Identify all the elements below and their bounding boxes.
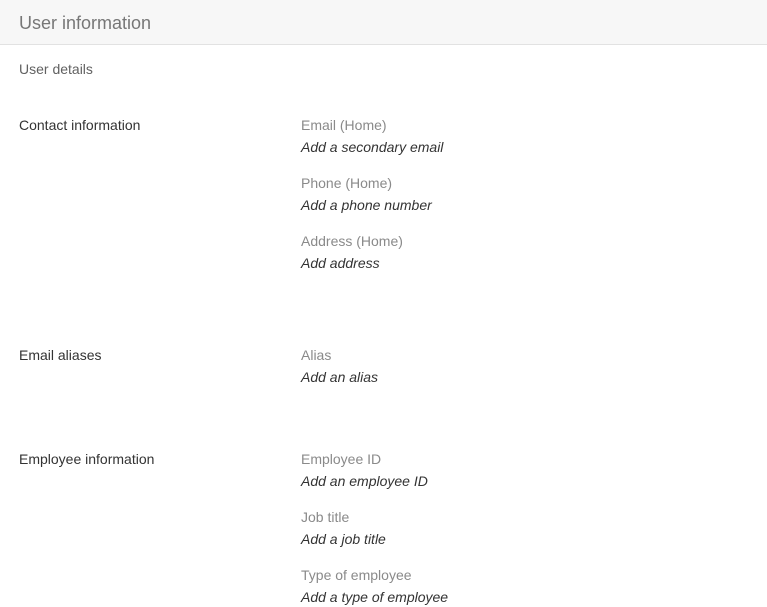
address-home-label: Address (Home) (301, 233, 403, 249)
add-employee-id-link[interactable]: Add an employee ID (301, 473, 428, 490)
phone-home-label: Phone (Home) (301, 175, 393, 191)
add-secondary-email-link[interactable]: Add a secondary email (301, 139, 443, 156)
add-type-of-employee-link[interactable]: Add a type of employee (301, 589, 448, 606)
add-alias-link[interactable]: Add an alias (301, 369, 378, 386)
employee-information-label: Employee information (19, 451, 155, 467)
contact-information-label: Contact information (19, 117, 141, 133)
add-job-title-link[interactable]: Add a job title (301, 531, 386, 548)
job-title-label: Job title (301, 509, 350, 525)
alias-label: Alias (301, 347, 332, 363)
add-address-link[interactable]: Add address (301, 255, 380, 272)
add-phone-number-link[interactable]: Add a phone number (301, 197, 432, 214)
email-aliases-label: Email aliases (19, 347, 102, 363)
employee-id-label: Employee ID (301, 451, 382, 467)
page-title: User information (19, 13, 152, 33)
page-header: User information (0, 0, 767, 45)
type-of-employee-label: Type of employee (301, 567, 412, 583)
user-details-heading: User details (19, 61, 93, 77)
email-home-label: Email (Home) (301, 117, 387, 133)
